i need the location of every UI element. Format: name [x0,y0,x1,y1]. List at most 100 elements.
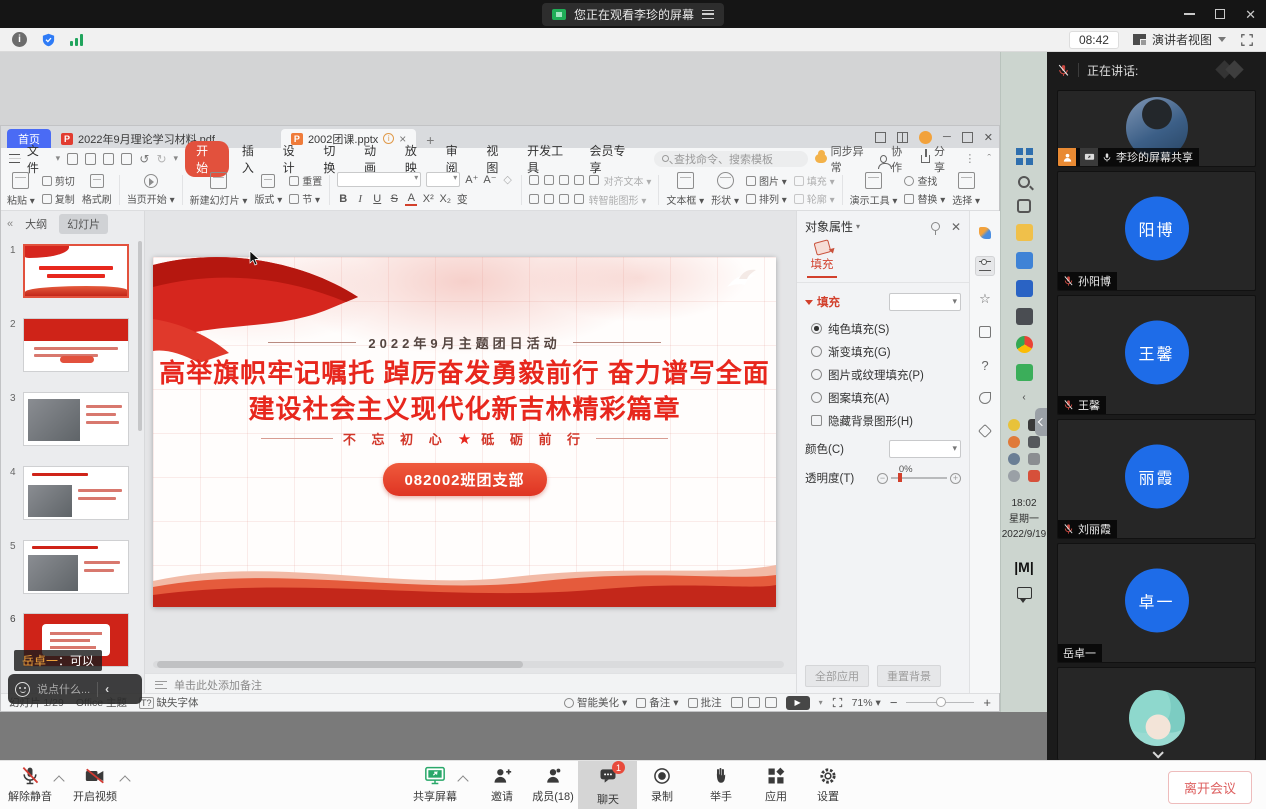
settings-gear-icon[interactable] [1016,308,1033,325]
font-name-select[interactable] [337,172,421,187]
menu-tab-member[interactable]: 会员专享 [584,142,639,176]
favorites-pane-icon[interactable]: ☆ [975,289,995,309]
task-view-icon[interactable] [1017,199,1031,213]
paste-button[interactable]: 粘贴 ▾ [7,172,35,207]
view-mode-button[interactable]: 演讲者视图 [1133,31,1226,48]
presenter-video-tile[interactable]: 李珍的屏幕共享 [1057,90,1256,167]
meeting-info-icon[interactable]: i [12,32,27,47]
wps-maximize-button[interactable] [962,132,973,143]
font-size-select[interactable] [426,172,460,187]
text-box-button[interactable]: 文本框 ▾ [666,172,704,207]
wechat-icon[interactable] [1016,364,1033,381]
slide-layout-button[interactable]: 版式 ▾ [254,174,282,206]
text-effect-button[interactable]: 变 [456,191,468,207]
menu-tab-insert[interactable]: 插入 [236,142,270,176]
increase-indent-icon[interactable] [574,175,584,185]
wps-minimize-button[interactable]: ─ [943,131,951,143]
more-options-icon[interactable]: ⋮ [964,152,975,165]
folder-icon[interactable] [1016,224,1033,241]
menu-tab-review[interactable]: 审阅 [440,142,474,176]
reset-background-button[interactable]: 重置背景 [877,665,941,687]
slides-tab[interactable]: 幻灯片 [59,214,108,234]
slide-sorter-view-icon[interactable] [748,697,760,708]
windows-start-icon[interactable] [1016,148,1033,165]
align-right-icon[interactable] [559,194,569,204]
print-icon[interactable] [103,153,114,165]
help-pane-icon[interactable]: ? [975,355,995,375]
tray-move-icon[interactable] [1008,470,1020,482]
image-pane-icon[interactable] [975,388,995,408]
play-slideshow-button[interactable]: ▶ [786,696,810,710]
transparency-slider[interactable]: − 0% + [877,473,961,484]
design-pane-icon[interactable] [975,223,995,243]
menu-tab-design[interactable]: 设计 [277,142,311,176]
thumbnail-scrollbar[interactable] [138,241,142,431]
notes-bar[interactable]: 单击此处添加备注 [145,673,796,693]
layout-toggle-icon[interactable] [875,132,886,143]
pill-menu-icon[interactable] [702,10,714,19]
horizontal-scrollbar[interactable] [153,661,784,668]
chat-collapse-icon[interactable]: ‹ [105,682,109,696]
numbered-list-icon[interactable] [544,175,554,185]
layers-pane-icon[interactable] [975,322,995,342]
tray-expand-icon[interactable]: ‹ [1022,392,1025,403]
fill-preset-dropdown[interactable] [889,293,961,311]
leave-meeting-button[interactable]: 离开会议 [1168,771,1252,804]
sync-status-button[interactable]: 同步异常 [815,143,868,175]
slide-canvas[interactable]: 2022年9月主题团日活动 高举旗帜牢记嘱托 踔厉奋发勇毅前行 奋力谱写全面 建… [153,257,776,607]
format-painter-button[interactable]: 格式刷 [82,174,112,206]
menu-tab-transition[interactable]: 切换 [317,142,351,176]
smart-beautify-button[interactable]: 智能美化 ▾ [564,695,627,710]
tray-network-icon[interactable] [1008,453,1020,465]
input-method-icon[interactable]: |M| [1014,559,1034,575]
participant-tile[interactable]: 王馨 王馨 [1057,295,1256,415]
color-dropdown[interactable] [889,440,961,458]
comments-button[interactable]: 批注 [688,695,722,710]
increase-transparency-icon[interactable]: + [950,473,961,484]
zoom-level[interactable]: 71% ▾ [852,697,881,709]
fill-button[interactable]: 填充 ▾ [794,173,835,188]
participant-tile[interactable]: 丽霞 刘丽霞 [1057,419,1256,539]
menu-tab-animation[interactable]: 动画 [358,142,392,176]
slide-thumbnail-5[interactable] [23,540,129,594]
line-spacing-icon[interactable] [589,175,599,185]
taskbar-clock[interactable]: 18:02 星期一 2022/9/19 [1002,496,1047,543]
justify-icon[interactable] [574,194,584,204]
outline-button[interactable]: 轮廓 ▾ [794,191,835,206]
slide-eyebrow-text[interactable]: 2022年9月主题团日活动 [368,333,560,352]
align-left-icon[interactable] [529,194,539,204]
arrange-button[interactable]: 排列 ▾ [746,191,787,206]
close-panel-icon[interactable]: ✕ [951,220,961,234]
browser-icon[interactable] [1016,336,1033,353]
record-button[interactable]: 录制 [634,766,690,804]
file-menu[interactable]: 文件 [27,142,49,176]
new-slide-button[interactable]: 新建幻灯片 ▾ [190,172,248,207]
outline-tab[interactable]: 大纲 [17,214,55,234]
action-center-icon[interactable] [1017,587,1032,599]
network-signal-icon[interactable] [70,33,83,46]
fit-slide-icon[interactable] [832,697,843,708]
start-video-button[interactable]: 开启视频 [67,766,123,804]
tray-icon-1[interactable] [1008,419,1020,431]
participant-tile-partial[interactable] [1057,667,1256,760]
solid-fill-radio[interactable]: 纯色填充(S) [797,317,969,340]
preview-icon[interactable] [121,153,132,165]
decrease-indent-icon[interactable] [559,175,569,185]
align-center-icon[interactable] [544,194,554,204]
tray-volume-icon[interactable] [1028,453,1040,465]
taskbar-search-icon[interactable] [1018,176,1030,188]
section-collapse-icon[interactable] [805,300,813,305]
unmute-button[interactable]: 解除静音 [2,766,58,804]
collapse-panel-icon[interactable]: « [7,218,13,230]
menu-tab-view[interactable]: 视图 [480,142,514,176]
zoom-out-button[interactable]: − [890,695,898,710]
fill-tab[interactable]: 填充 [807,241,837,278]
photos-icon[interactable] [1016,280,1033,297]
slide-title-line1[interactable]: 高举旗帜牢记嘱托 踔厉奋发勇毅前行 奋力谱写全面 [153,353,776,390]
superscript-button[interactable]: X² [422,193,434,205]
italic-button[interactable]: I [354,193,366,205]
pattern-fill-radio[interactable]: 图案填充(A) [797,386,969,409]
sidebar-collapse-handle[interactable] [1035,408,1047,436]
pin-panel-icon[interactable] [931,222,940,231]
undo-icon[interactable]: ↺ [139,152,149,166]
